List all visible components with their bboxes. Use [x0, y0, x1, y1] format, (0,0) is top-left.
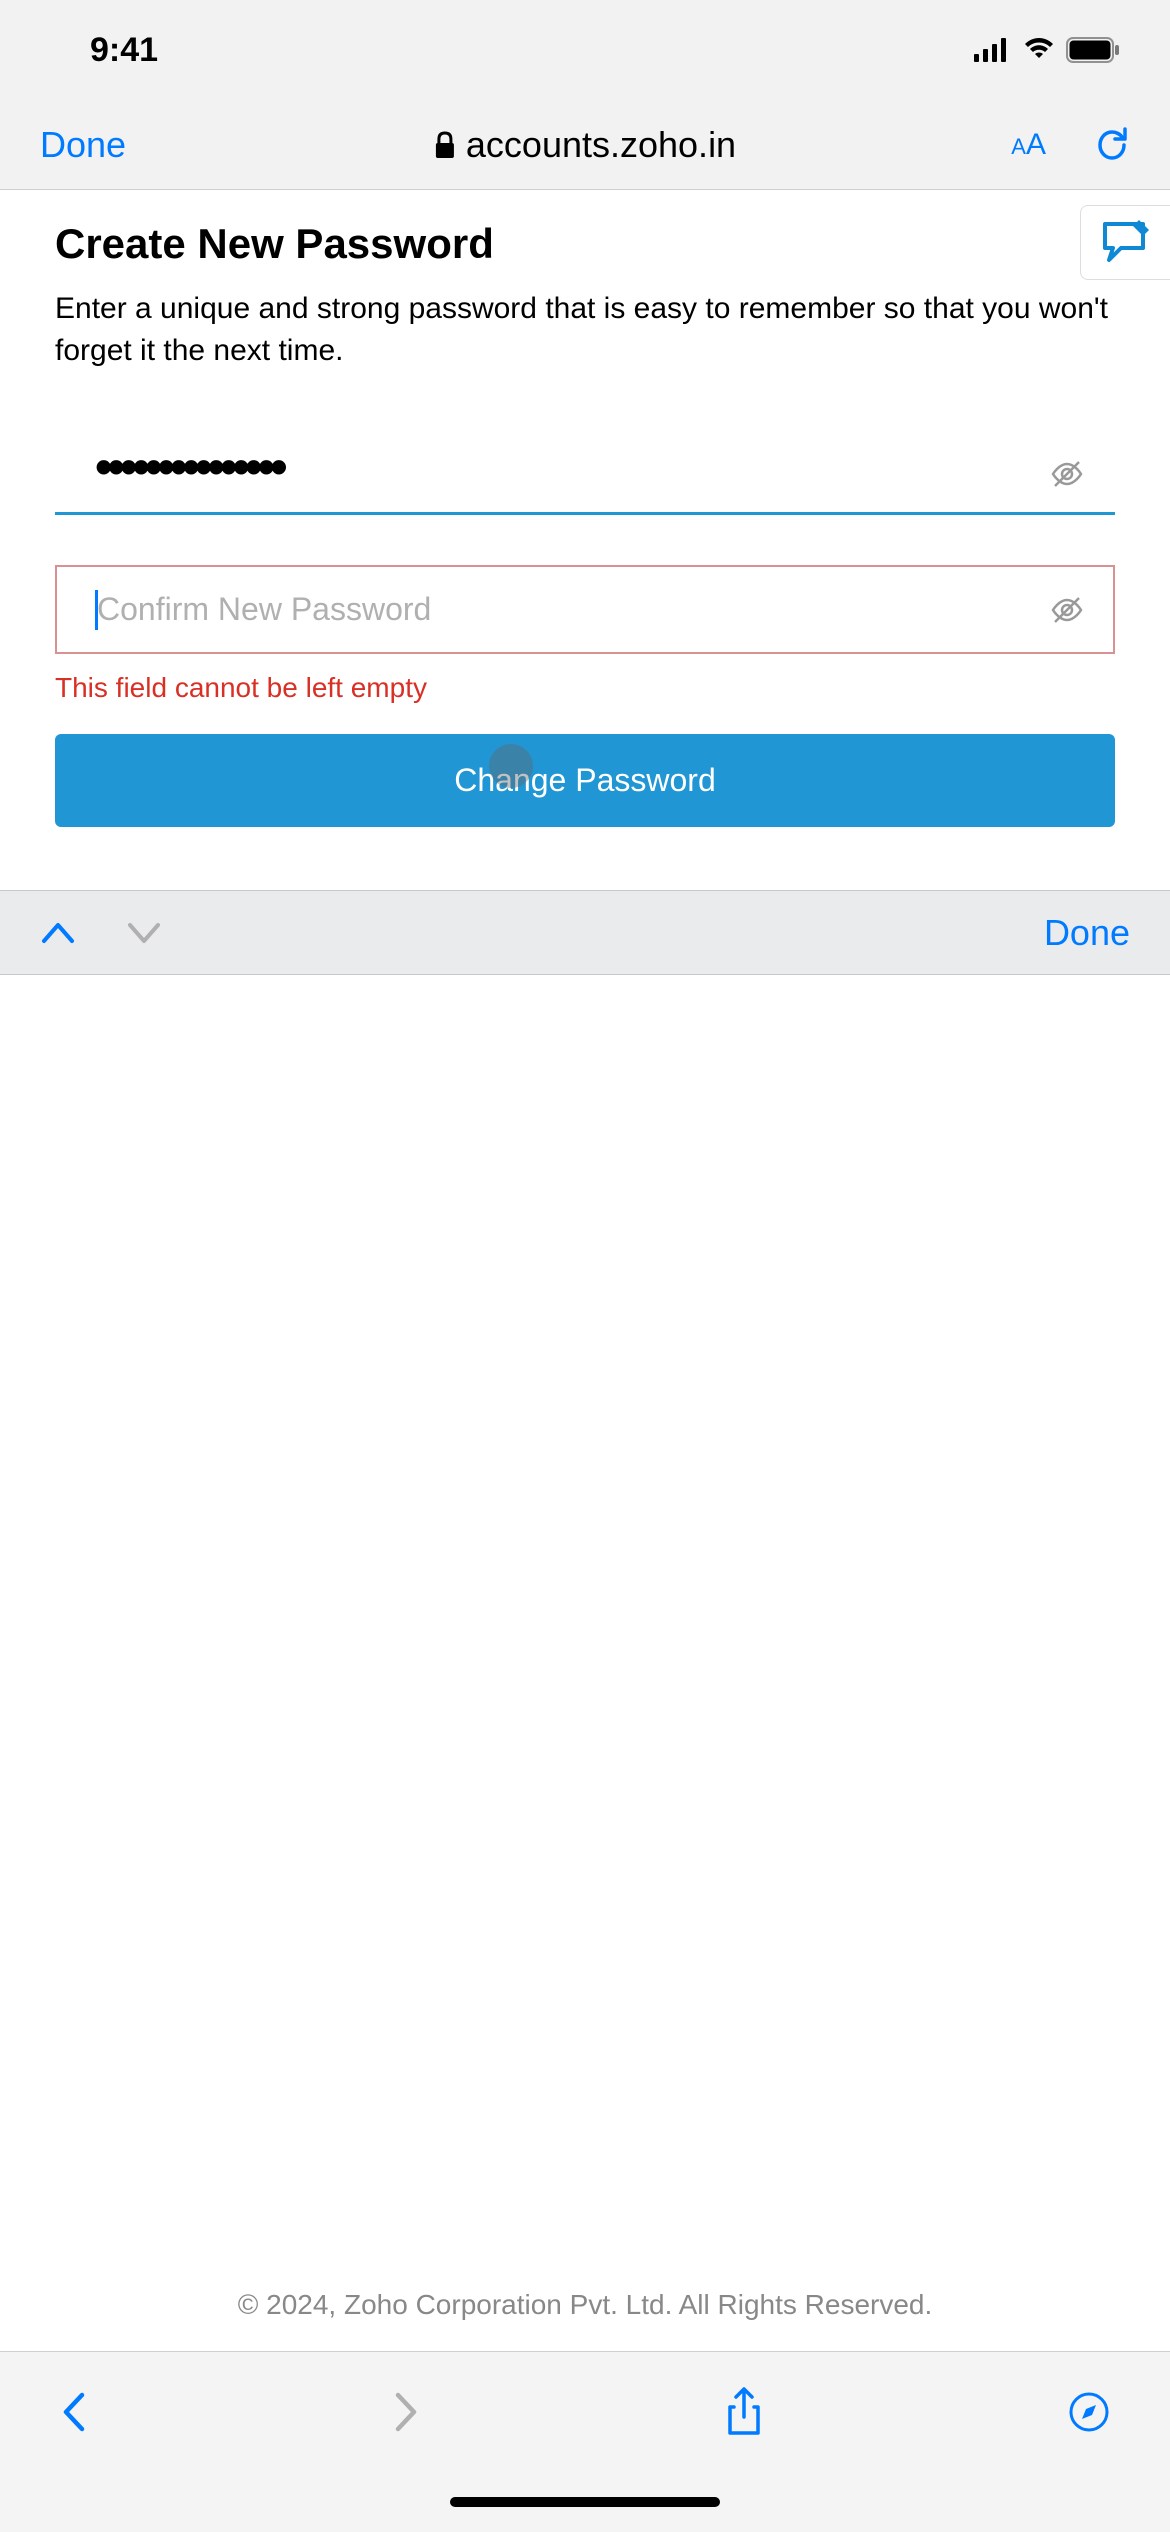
comment-edit-icon	[1101, 220, 1151, 265]
battery-icon	[1066, 37, 1120, 63]
previous-field-button[interactable]	[40, 921, 76, 945]
wifi-icon	[1022, 38, 1056, 62]
page-description: Enter a unique and strong password that …	[55, 288, 1115, 372]
back-button[interactable]	[60, 2391, 88, 2433]
blank-area	[0, 975, 1170, 2259]
status-icons	[974, 37, 1120, 63]
forward-button[interactable]	[392, 2391, 420, 2433]
error-message: This field cannot be left empty	[55, 672, 1115, 704]
touch-indicator	[489, 744, 533, 788]
text-cursor	[95, 590, 98, 630]
confirm-password-input-group: This field cannot be left empty	[55, 565, 1115, 704]
password-mask: •••••••••••••••	[95, 439, 283, 495]
status-bar: 9:41	[0, 0, 1170, 100]
keyboard-done-button[interactable]: Done	[1044, 912, 1130, 954]
keyboard-accessory-bar: Done	[0, 890, 1170, 975]
lock-icon	[434, 131, 456, 159]
browser-url-container[interactable]: accounts.zoho.in	[434, 124, 736, 166]
reload-icon[interactable]	[1096, 126, 1130, 164]
footer-copyright: © 2024, Zoho Corporation Pvt. Ltd. All R…	[0, 2259, 1170, 2352]
text-size-button[interactable]: AA	[1011, 128, 1046, 162]
browser-address-bar: Done accounts.zoho.in AA	[0, 100, 1170, 190]
feedback-button[interactable]	[1080, 205, 1170, 280]
status-time: 9:41	[90, 31, 158, 70]
browser-url-text: accounts.zoho.in	[466, 124, 736, 166]
content-area: Create New Password Enter a unique and s…	[0, 190, 1170, 890]
share-button[interactable]	[724, 2387, 764, 2437]
password-input-group: •••••••••••••••	[55, 432, 1115, 515]
change-password-button[interactable]: Change Password	[55, 734, 1115, 827]
toggle-visibility-icon[interactable]	[1049, 596, 1085, 624]
browser-bottom-toolbar	[0, 2352, 1170, 2472]
new-password-input[interactable]: •••••••••••••••	[55, 432, 1115, 515]
toggle-visibility-icon[interactable]	[1049, 460, 1085, 488]
home-indicator-area	[0, 2472, 1170, 2532]
cellular-icon	[974, 38, 1012, 62]
browser-done-button[interactable]: Done	[40, 124, 126, 166]
confirm-password-input[interactable]	[55, 565, 1115, 654]
safari-compass-button[interactable]	[1068, 2391, 1110, 2433]
next-field-button[interactable]	[126, 921, 162, 945]
home-indicator[interactable]	[450, 2497, 720, 2507]
page-title: Create New Password	[55, 220, 1115, 268]
